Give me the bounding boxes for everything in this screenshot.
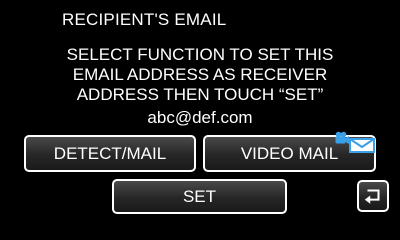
back-button[interactable] xyxy=(357,180,389,212)
video-mail-icon xyxy=(335,131,375,153)
instruction-message: SELECT FUNCTION TO SET THIS EMAIL ADDRES… xyxy=(0,45,400,105)
instruction-line-1: SELECT FUNCTION TO SET THIS xyxy=(66,45,334,64)
email-address: abc@def.com xyxy=(147,108,253,127)
instruction-line-2: EMAIL ADDRESS AS RECEIVER xyxy=(72,65,328,84)
detect-mail-button[interactable]: DETECT/MAIL xyxy=(24,135,196,172)
instruction-line-3: ADDRESS THEN TOUCH “SET” xyxy=(76,85,324,104)
recipient-email-screen: RECIPIENT'S EMAIL SELECT FUNCTION TO SET… xyxy=(0,0,400,225)
screen-title: RECIPIENT'S EMAIL xyxy=(62,10,227,29)
set-button[interactable]: SET xyxy=(112,179,287,214)
return-arrow-icon xyxy=(364,189,380,204)
